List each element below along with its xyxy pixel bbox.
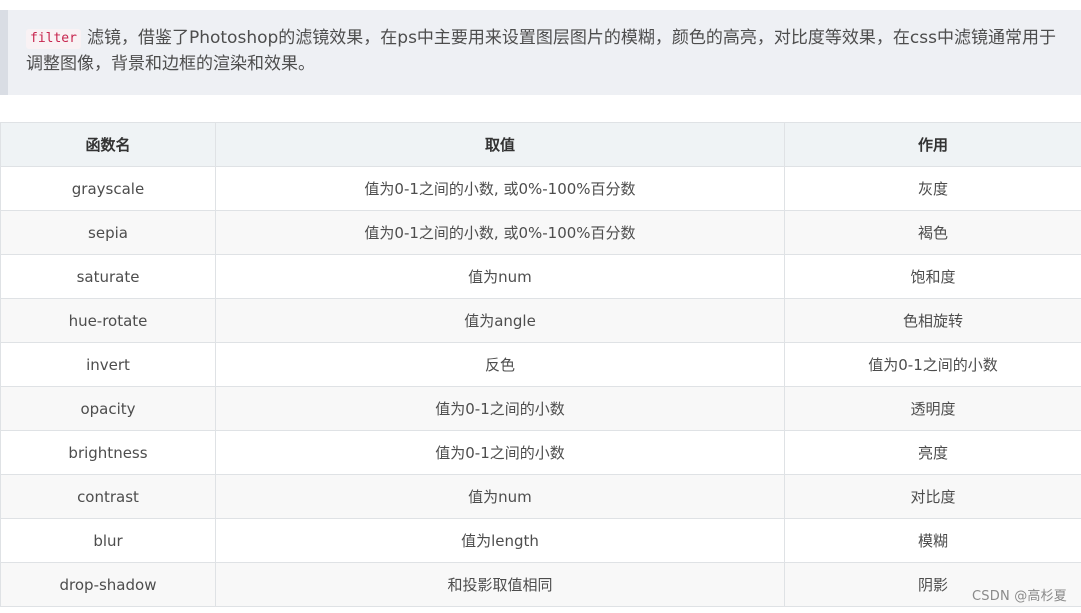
- cell-function-name: grayscale: [0, 166, 216, 211]
- cell-function-name: contrast: [0, 474, 216, 519]
- table-row: sepia 值为0-1之间的小数, 或0%-100%百分数 褐色: [0, 210, 1081, 255]
- table-row: opacity 值为0-1之间的小数 透明度: [0, 386, 1081, 431]
- cell-value: 值为num: [215, 254, 785, 299]
- cell-value: 值为length: [215, 518, 785, 563]
- cell-value: 值为angle: [215, 298, 785, 343]
- cell-function-name: brightness: [0, 430, 216, 475]
- cell-effect: 对比度: [784, 474, 1081, 519]
- cell-value: 和投影取值相同: [215, 562, 785, 607]
- cell-effect: 值为0-1之间的小数: [784, 342, 1081, 387]
- cell-function-name: drop-shadow: [0, 562, 216, 607]
- cell-function-name: saturate: [0, 254, 216, 299]
- cell-effect: 亮度: [784, 430, 1081, 475]
- table-row: contrast 值为num 对比度: [0, 474, 1081, 519]
- csdn-watermark: CSDN @高杉夏: [972, 589, 1067, 604]
- cell-value: 值为0-1之间的小数: [215, 430, 785, 475]
- cell-value: 值为0-1之间的小数: [215, 386, 785, 431]
- cell-function-name: blur: [0, 518, 216, 563]
- cell-function-name: invert: [0, 342, 216, 387]
- table-row: invert 反色 值为0-1之间的小数: [0, 342, 1081, 387]
- intro-text: 滤镜，借鉴了Photoshop的滤镜效果，在ps中主要用来设置图层图片的模糊，颜…: [26, 28, 1056, 74]
- cell-effect: 透明度: [784, 386, 1081, 431]
- cell-function-name: opacity: [0, 386, 216, 431]
- table-header-row: 函数名 取值 作用: [0, 122, 1081, 167]
- cell-effect: 褐色: [784, 210, 1081, 255]
- table-row: saturate 值为num 饱和度: [0, 254, 1081, 299]
- table-row: grayscale 值为0-1之间的小数, 或0%-100%百分数 灰度: [0, 166, 1081, 211]
- table-row: hue-rotate 值为angle 色相旋转: [0, 298, 1081, 343]
- inline-code-filter: filter: [26, 29, 81, 49]
- cell-effect: 饱和度: [784, 254, 1081, 299]
- table-row: brightness 值为0-1之间的小数 亮度: [0, 430, 1081, 475]
- cell-function-name: hue-rotate: [0, 298, 216, 343]
- intro-blockquote: filter 滤镜，借鉴了Photoshop的滤镜效果，在ps中主要用来设置图层图…: [0, 10, 1081, 95]
- table-row: blur 值为length 模糊: [0, 518, 1081, 563]
- cell-effect: 模糊: [784, 518, 1081, 563]
- cell-value: 值为0-1之间的小数, 或0%-100%百分数: [215, 210, 785, 255]
- cell-value: 反色: [215, 342, 785, 387]
- filter-functions-table: 函数名 取值 作用 grayscale 值为0-1之间的小数, 或0%-100%…: [0, 122, 1081, 607]
- table-row: drop-shadow 和投影取值相同 阴影: [0, 562, 1081, 607]
- cell-value: 值为0-1之间的小数, 或0%-100%百分数: [215, 166, 785, 211]
- header-value: 取值: [215, 122, 785, 167]
- header-function-name: 函数名: [0, 122, 216, 167]
- cell-value: 值为num: [215, 474, 785, 519]
- header-effect: 作用: [784, 122, 1081, 167]
- cell-effect: 色相旋转: [784, 298, 1081, 343]
- cell-effect: 灰度: [784, 166, 1081, 211]
- cell-function-name: sepia: [0, 210, 216, 255]
